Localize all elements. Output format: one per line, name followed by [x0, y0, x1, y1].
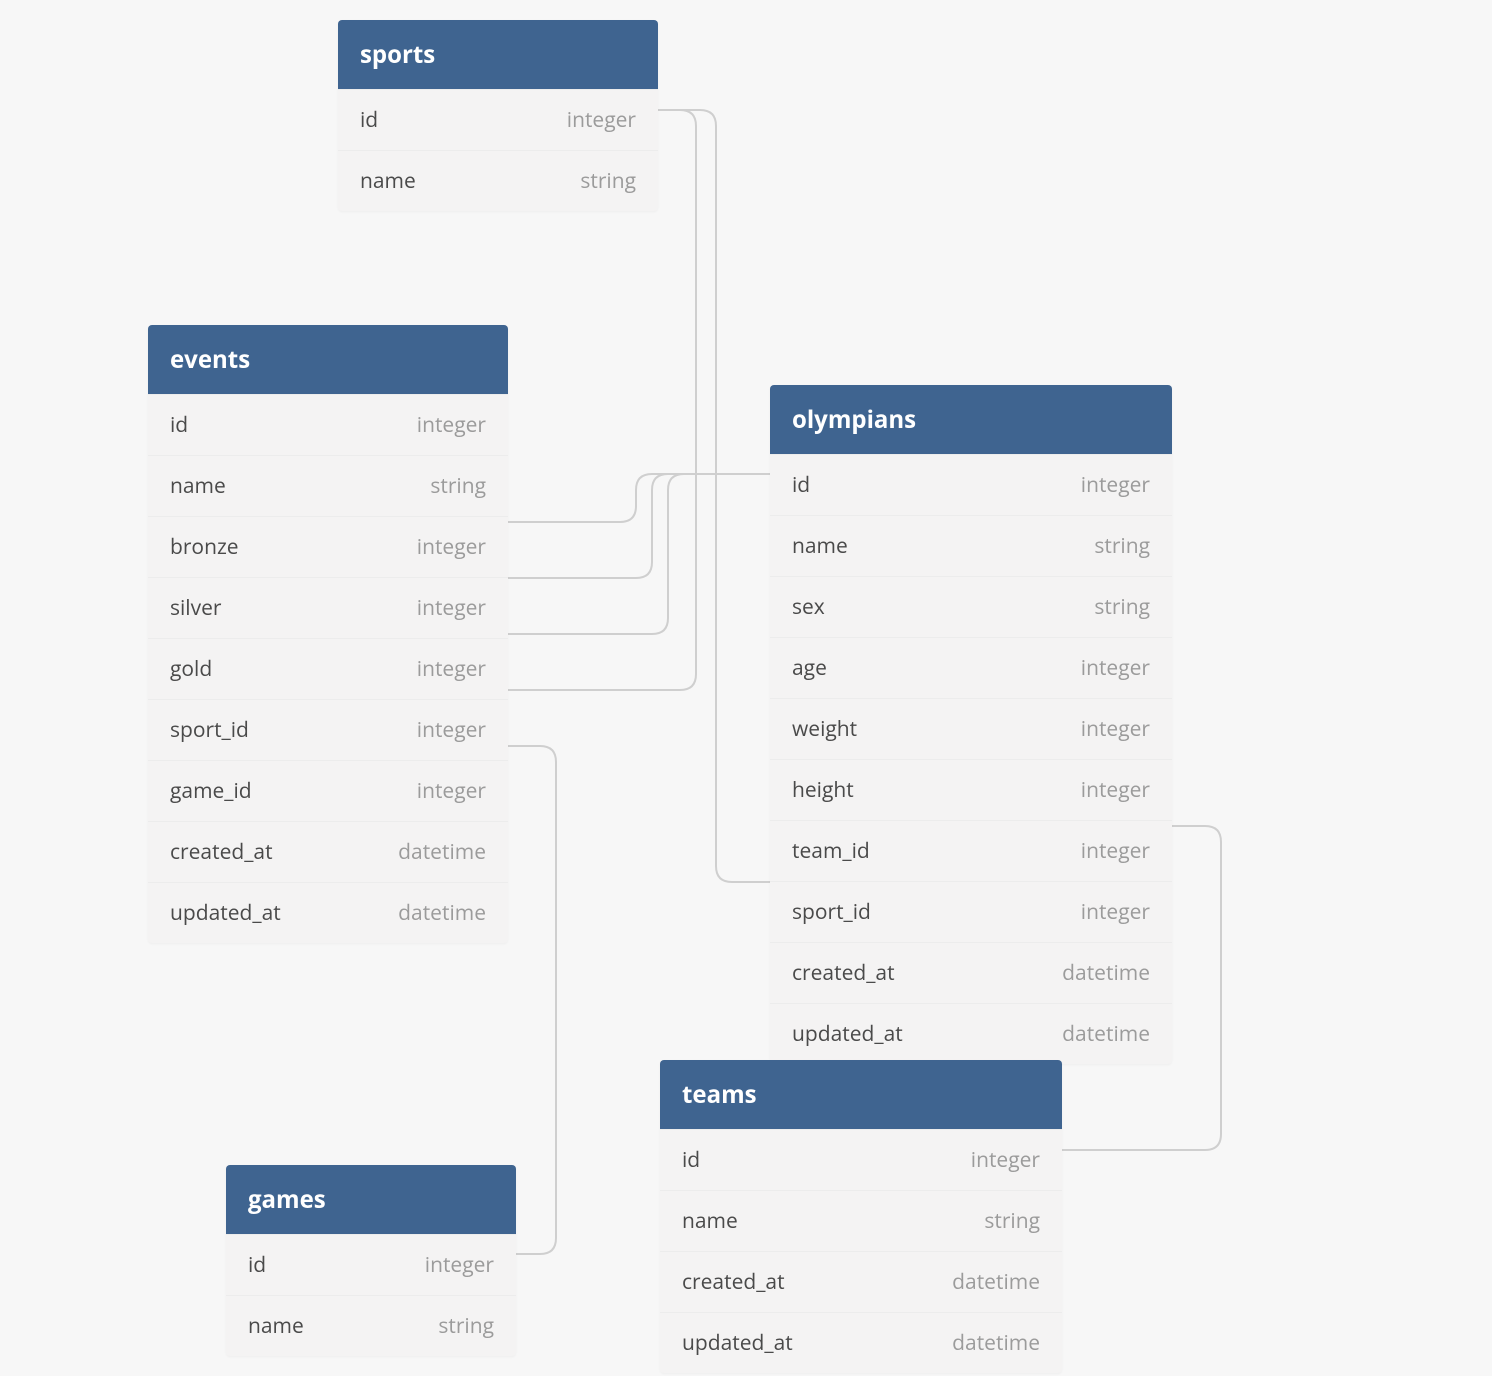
column-type: integer [971, 1146, 1040, 1174]
column-type: integer [1081, 898, 1150, 926]
table-row[interactable]: updated_at datetime [770, 1003, 1172, 1064]
table-row[interactable]: name string [148, 455, 508, 516]
column-name: team_id [792, 837, 870, 865]
column-name: id [792, 471, 810, 499]
table-row[interactable]: name string [660, 1190, 1062, 1251]
column-type: datetime [1062, 1020, 1150, 1048]
column-type: string [430, 472, 486, 500]
column-name: sex [792, 593, 825, 621]
column-name: id [682, 1146, 700, 1174]
table-row[interactable]: updated_at datetime [660, 1312, 1062, 1373]
table-row[interactable]: sport_id integer [148, 699, 508, 760]
column-type: datetime [398, 899, 486, 927]
column-type: integer [417, 777, 486, 805]
column-type: integer [417, 594, 486, 622]
column-name: silver [170, 594, 221, 622]
column-name: sport_id [792, 898, 871, 926]
column-type: datetime [398, 838, 486, 866]
column-type: string [1094, 593, 1150, 621]
table-row[interactable]: updated_at datetime [148, 882, 508, 943]
column-name: updated_at [792, 1020, 903, 1048]
table-row[interactable]: name string [338, 150, 658, 211]
column-type: datetime [952, 1329, 1040, 1357]
table-row[interactable]: name string [770, 515, 1172, 576]
table-row[interactable]: age integer [770, 637, 1172, 698]
column-name: name [248, 1312, 304, 1340]
column-name: game_id [170, 777, 252, 805]
column-name: weight [792, 715, 857, 743]
table-header-teams: teams [660, 1060, 1062, 1129]
column-name: name [360, 167, 416, 195]
er-diagram-canvas[interactable]: sports id integer name string events id … [0, 0, 1492, 1376]
table-row[interactable]: name string [226, 1295, 516, 1356]
table-row[interactable]: height integer [770, 759, 1172, 820]
column-name: id [170, 411, 188, 439]
table-row[interactable]: weight integer [770, 698, 1172, 759]
table-row[interactable]: id integer [770, 454, 1172, 515]
table-header-games: games [226, 1165, 516, 1234]
table-row[interactable]: created_at datetime [660, 1251, 1062, 1312]
column-type: integer [1081, 837, 1150, 865]
column-type: datetime [1062, 959, 1150, 987]
table-row[interactable]: created_at datetime [148, 821, 508, 882]
column-type: integer [417, 716, 486, 744]
column-name: sport_id [170, 716, 249, 744]
column-type: string [984, 1207, 1040, 1235]
table-row[interactable]: id integer [148, 394, 508, 455]
table-row[interactable]: created_at datetime [770, 942, 1172, 1003]
column-name: created_at [170, 838, 273, 866]
table-row[interactable]: id integer [338, 89, 658, 150]
column-type: datetime [952, 1268, 1040, 1296]
table-header-olympians: olympians [770, 385, 1172, 454]
column-name: height [792, 776, 854, 804]
table-olympians[interactable]: olympians id integer name string sex str… [770, 385, 1172, 1064]
table-events[interactable]: events id integer name string bronze int… [148, 325, 508, 943]
column-name: created_at [682, 1268, 785, 1296]
column-type: integer [417, 411, 486, 439]
column-type: string [580, 167, 636, 195]
column-name: age [792, 654, 827, 682]
table-sports[interactable]: sports id integer name string [338, 20, 658, 211]
column-name: created_at [792, 959, 895, 987]
table-header-events: events [148, 325, 508, 394]
column-type: integer [417, 533, 486, 561]
column-type: integer [1081, 715, 1150, 743]
column-type: integer [567, 106, 636, 134]
column-type: integer [425, 1251, 494, 1279]
table-header-sports: sports [338, 20, 658, 89]
column-name: bronze [170, 533, 239, 561]
table-row[interactable]: sport_id integer [770, 881, 1172, 942]
table-row[interactable]: gold integer [148, 638, 508, 699]
column-type: integer [1081, 654, 1150, 682]
column-name: id [360, 106, 378, 134]
column-name: gold [170, 655, 212, 683]
column-type: string [1094, 532, 1150, 560]
column-name: updated_at [170, 899, 281, 927]
table-row[interactable]: id integer [660, 1129, 1062, 1190]
table-row[interactable]: sex string [770, 576, 1172, 637]
column-name: name [170, 472, 226, 500]
column-type: integer [1081, 776, 1150, 804]
table-row[interactable]: game_id integer [148, 760, 508, 821]
column-type: integer [1081, 471, 1150, 499]
column-type: integer [417, 655, 486, 683]
table-row[interactable]: bronze integer [148, 516, 508, 577]
table-row[interactable]: id integer [226, 1234, 516, 1295]
table-games[interactable]: games id integer name string [226, 1165, 516, 1356]
column-name: name [792, 532, 848, 560]
column-name: name [682, 1207, 738, 1235]
column-type: string [438, 1312, 494, 1340]
table-teams[interactable]: teams id integer name string created_at … [660, 1060, 1062, 1373]
column-name: id [248, 1251, 266, 1279]
table-row[interactable]: team_id integer [770, 820, 1172, 881]
column-name: updated_at [682, 1329, 793, 1357]
table-row[interactable]: silver integer [148, 577, 508, 638]
